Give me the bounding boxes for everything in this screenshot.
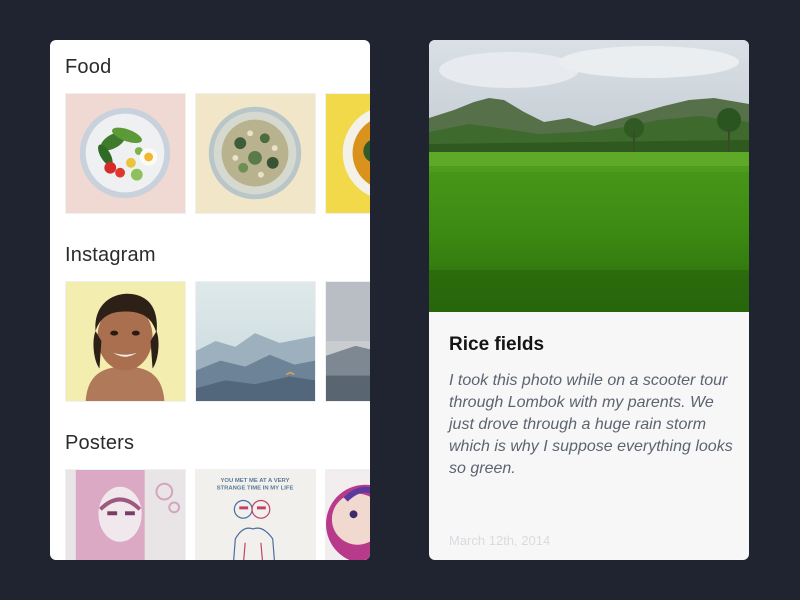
- collections-card: Food Instagram Posters YOU MET ME AT A V…: [50, 40, 370, 560]
- instagram-thumbnails: [65, 281, 370, 402]
- post-title: Rice fields: [449, 334, 545, 355]
- poster-thumbnail-strange-time[interactable]: YOU MET ME AT A VERY STRANGE TIME IN MY …: [195, 469, 316, 560]
- food-thumbnail-soup-bowl[interactable]: [325, 93, 370, 214]
- instagram-thumbnail-mountains[interactable]: [195, 281, 316, 402]
- posters-section: Posters YOU MET ME AT A VERY STRANGE TIM…: [65, 432, 370, 560]
- posters-thumbnails: YOU MET ME AT A VERY STRANGE TIME IN MY …: [65, 469, 370, 560]
- section-title-instagram[interactable]: Instagram: [65, 244, 370, 267]
- instagram-thumbnail-lake[interactable]: [325, 281, 370, 402]
- instagram-thumbnail-portrait[interactable]: [65, 281, 186, 402]
- section-title-posters[interactable]: Posters: [65, 432, 370, 455]
- poster-caption-line-2: STRANGE TIME IN MY LIFE: [217, 486, 294, 492]
- svg-text:YOU MET ME AT A VERY: YOU MET ME AT A VERY: [220, 478, 289, 484]
- food-thumbnails: [65, 93, 370, 214]
- post-description: I took this photo while on a scooter tou…: [449, 372, 733, 477]
- poster-thumbnail-face[interactable]: [65, 469, 186, 560]
- rice-fields-photo[interactable]: [429, 40, 749, 312]
- section-title-food[interactable]: Food: [65, 56, 370, 79]
- food-thumbnail-grain-bowl[interactable]: [195, 93, 316, 214]
- photo-detail-card: Rice fields I took this photo while on a…: [429, 40, 749, 560]
- poster-caption-line-1: YOU MET ME AT A VERY: [220, 478, 289, 484]
- food-thumbnail-salad-bowl[interactable]: [65, 93, 186, 214]
- poster-thumbnail-colorful[interactable]: [325, 469, 370, 560]
- svg-text:STRANGE TIME IN MY LIFE: STRANGE TIME IN MY LIFE: [217, 486, 294, 492]
- instagram-section: Instagram: [65, 244, 370, 402]
- food-section: Food: [65, 56, 370, 214]
- post-date: March 12th, 2014: [449, 533, 551, 548]
